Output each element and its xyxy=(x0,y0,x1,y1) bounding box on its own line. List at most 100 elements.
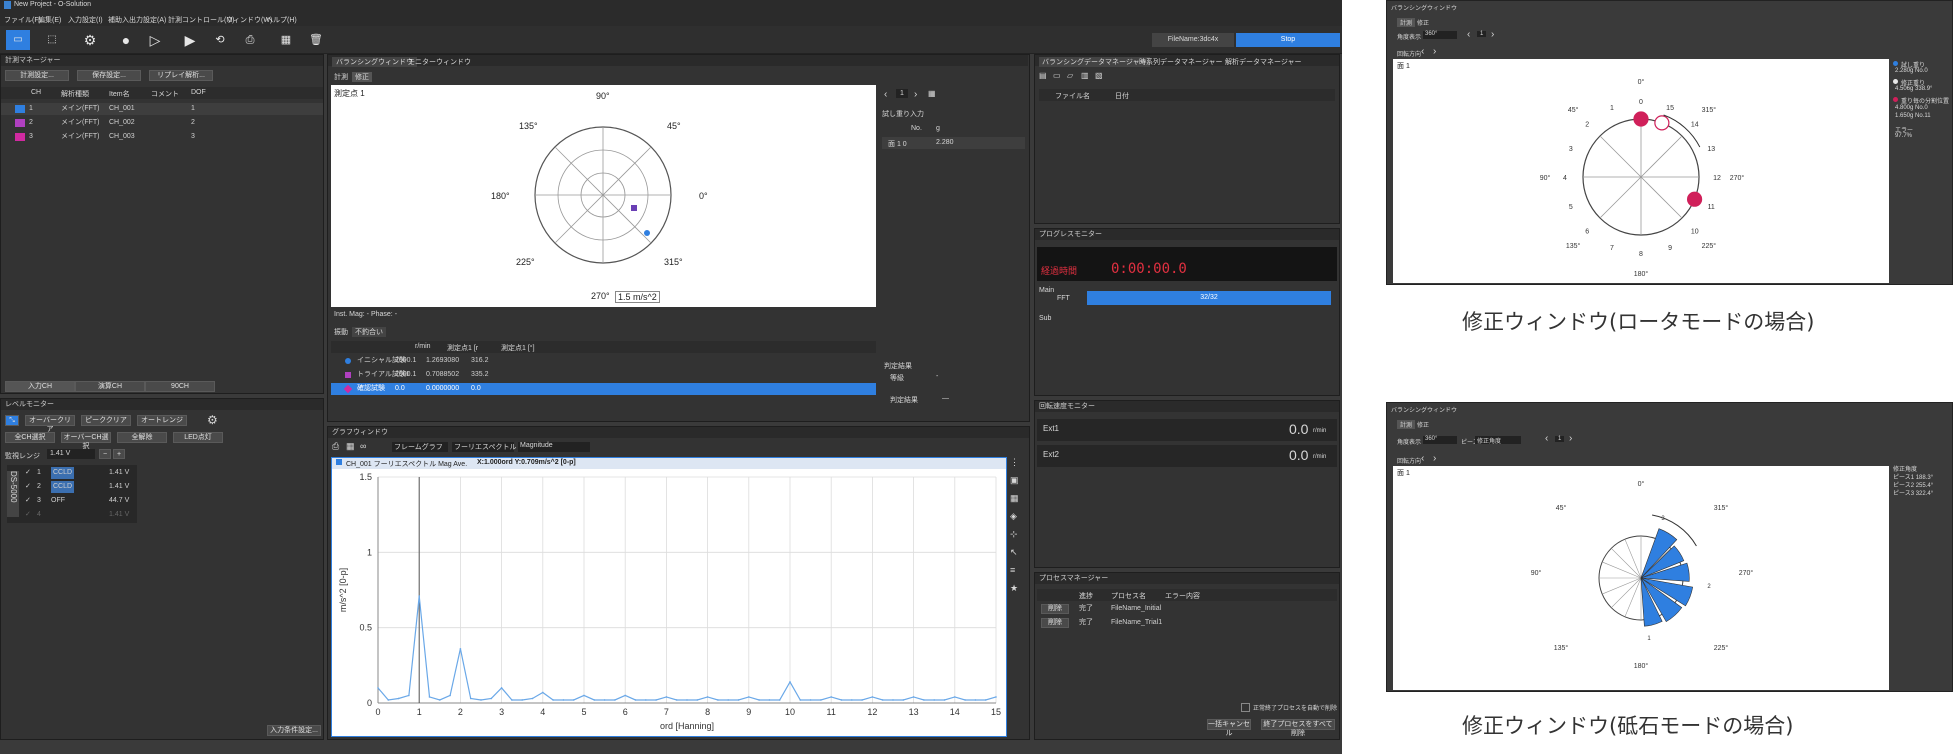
auto-delete-checkbox[interactable] xyxy=(1241,703,1250,712)
tab-balancing[interactable]: バランシングウィンドウ xyxy=(332,57,417,67)
menu-file[interactable]: ファイル(F) xyxy=(4,15,41,25)
tab-calc-ch[interactable]: 演算CH xyxy=(75,381,145,392)
image-icon[interactable]: ▣ xyxy=(1010,475,1028,493)
rotor-angle-select[interactable]: 360° xyxy=(1423,31,1457,39)
new-icon[interactable]: ▤ xyxy=(1039,71,1047,80)
grind-prev-icon[interactable]: ‹ xyxy=(1545,433,1548,444)
save-settings-button[interactable]: 保存設定... xyxy=(77,70,141,81)
channel-row[interactable]: 3 メイン(FFT) CH_003 3 xyxy=(1,131,323,143)
led-button[interactable]: LED点灯 xyxy=(173,432,223,443)
pointer-icon[interactable]: ↖ xyxy=(1010,547,1028,565)
zoom-icon[interactable]: ⤡ xyxy=(5,415,19,426)
tab-vibration[interactable]: 振動 xyxy=(334,327,348,337)
menu-icon[interactable]: ≡ xyxy=(1010,565,1028,583)
result-row[interactable]: 確認試験 0.0 0.0000000 0.0 xyxy=(331,383,876,395)
result-row[interactable]: イニシャル試験 2000.1 1.2693080 316.2 xyxy=(331,355,876,367)
trial-row-g[interactable]: 2.280 xyxy=(936,139,954,146)
clear-all-button[interactable]: 全解除 xyxy=(117,432,167,443)
level-row[interactable]: ✓ 1 CCLD 1.41 V xyxy=(23,467,133,479)
export-icon[interactable]: ▧ xyxy=(1095,71,1103,80)
tab-input-ch[interactable]: 入力CH xyxy=(5,381,75,392)
range-plus-button[interactable]: + xyxy=(113,449,125,459)
delete-process-button[interactable]: 削除 xyxy=(1041,604,1069,614)
rotor-prev-icon[interactable]: ‹ xyxy=(1467,29,1470,40)
delete-process-button[interactable]: 削除 xyxy=(1041,618,1069,628)
grind-tab-correct[interactable]: 修正 xyxy=(1417,420,1429,429)
prev-page-icon[interactable]: ‹ xyxy=(884,89,887,100)
save-icon[interactable]: ⎙ xyxy=(240,30,260,50)
tab-time-data[interactable]: 時系列データマネージャー xyxy=(1139,57,1223,67)
next-page-icon[interactable]: › xyxy=(914,89,917,100)
grind-angle-select[interactable]: 360° xyxy=(1423,436,1457,444)
menu-help[interactable]: ヘルプ(H) xyxy=(266,15,297,25)
grind-piece-select[interactable]: 修正角度 xyxy=(1475,436,1521,445)
function-select[interactable]: フーリエスペクトル xyxy=(452,442,517,452)
subtab-measure[interactable]: 計測 xyxy=(334,72,348,82)
table-icon[interactable]: ▦ xyxy=(928,89,936,98)
auto-range-button[interactable]: オートレンジ xyxy=(137,415,187,426)
delete-done-button[interactable]: 終了プロセスをすべて削除 xyxy=(1261,719,1335,737)
tab-monitor[interactable]: モニターウィンドウ xyxy=(408,57,471,67)
grind-next-icon[interactable]: › xyxy=(1569,433,1572,444)
input-settings-button[interactable]: 入力条件設定... xyxy=(267,725,321,736)
channel-row[interactable]: 2 メイン(FFT) CH_002 2 xyxy=(1,117,323,129)
measure-settings-button[interactable]: 計測設定... xyxy=(5,70,69,81)
stop-button[interactable]: Stop xyxy=(1236,33,1340,47)
link-icon[interactable]: ∞ xyxy=(360,441,366,451)
range-minus-button[interactable]: − xyxy=(99,449,111,459)
range-select[interactable]: 1.41 V xyxy=(47,449,95,459)
rotor-dir-right-icon[interactable]: › xyxy=(1433,46,1436,57)
record-icon[interactable]: ● xyxy=(116,30,136,50)
tab-analysis-data[interactable]: 解析データマネージャー xyxy=(1225,57,1302,67)
subtab-correct[interactable]: 修正 xyxy=(352,72,372,82)
rotor-tab-measure[interactable]: 計測 xyxy=(1397,18,1416,27)
tab-90ch[interactable]: 90CH xyxy=(145,381,215,392)
trash-icon[interactable]: 🗑 xyxy=(306,30,326,50)
cancel-all-button[interactable]: 一括キャンセル xyxy=(1207,719,1251,737)
rotor-page[interactable]: 1 xyxy=(1477,31,1487,37)
graph-type-select[interactable]: フレームグラフ xyxy=(392,442,448,452)
print-icon[interactable]: ⎙ xyxy=(332,441,339,452)
tab-balancing-data[interactable]: バランシングデータマネージャー xyxy=(1039,57,1150,67)
grid-icon[interactable]: ▦ xyxy=(346,441,355,452)
grind-page[interactable]: 1 xyxy=(1555,436,1565,442)
rotor-dir-left-icon[interactable]: ‹ xyxy=(1421,46,1424,57)
chart-icon[interactable]: ▦ xyxy=(276,30,296,50)
trial-row[interactable]: 面 1 0 2.280 xyxy=(882,137,1025,149)
all-ch-button[interactable]: 全CH選択 xyxy=(5,432,55,443)
channel-row[interactable]: 1 メイン(FFT) CH_001 1 xyxy=(1,103,323,115)
layout-icon[interactable]: ▭ xyxy=(6,30,30,50)
cursor-icon[interactable]: ⊹ xyxy=(1010,529,1028,547)
peak-clear-button[interactable]: ピーククリア xyxy=(81,415,131,426)
replay-analysis-button[interactable]: リプレイ解析... xyxy=(149,70,213,81)
delete-icon[interactable]: ▥ xyxy=(1081,71,1089,80)
grind-dir-left-icon[interactable]: ‹ xyxy=(1421,453,1424,464)
run-icon[interactable]: ▶ xyxy=(180,30,200,50)
star-icon[interactable]: ★ xyxy=(1010,583,1028,601)
grind-tab-measure[interactable]: 計測 xyxy=(1397,420,1416,429)
menu-input[interactable]: 入力設定(I) xyxy=(68,15,103,25)
menu-aux[interactable]: 補助入出力設定(A) xyxy=(108,15,166,25)
folder-icon[interactable]: ▱ xyxy=(1067,71,1073,80)
cube-icon[interactable]: ◈ xyxy=(1010,511,1028,529)
monitor-icon[interactable]: ⬚ xyxy=(42,30,62,50)
menu-edit[interactable]: 編集(E) xyxy=(38,15,61,25)
gear-icon[interactable]: ⚙ xyxy=(207,413,218,427)
result-row[interactable]: トライアル試験1 2000.1 0.7088502 335.2 xyxy=(331,369,876,381)
level-row[interactable]: ✓ 2 CCLD 1.41 V xyxy=(23,481,133,493)
tab-unbalance[interactable]: 不釣合い xyxy=(352,327,386,337)
gear-icon[interactable]: ⚙ xyxy=(80,30,100,50)
over-clear-button[interactable]: オーバークリア xyxy=(25,415,75,433)
page-number[interactable]: 1 xyxy=(896,89,908,98)
menu-measure[interactable]: 計測コントロール(M) xyxy=(168,15,235,25)
magnitude-select[interactable]: Magnitude xyxy=(518,442,590,452)
replay-icon[interactable]: ⟲ xyxy=(210,30,230,50)
level-row[interactable]: ✓ 4 1.41 V xyxy=(23,509,133,521)
grind-dir-right-icon[interactable]: › xyxy=(1433,453,1436,464)
rotor-tab-correct[interactable]: 修正 xyxy=(1417,18,1429,27)
spectrum-chart[interactable]: 0 1 2 3 4 5 6 7 8 9 10 11 12 13 14 1500.511.5ord [Hanni… xyxy=(332,469,1006,736)
over-ch-button[interactable]: オーバーCH選択 xyxy=(61,432,111,450)
table-icon[interactable]: ▦ xyxy=(1010,493,1028,511)
list-icon[interactable]: ⋮ xyxy=(1010,457,1028,475)
play-icon[interactable]: ▷ xyxy=(145,30,165,50)
